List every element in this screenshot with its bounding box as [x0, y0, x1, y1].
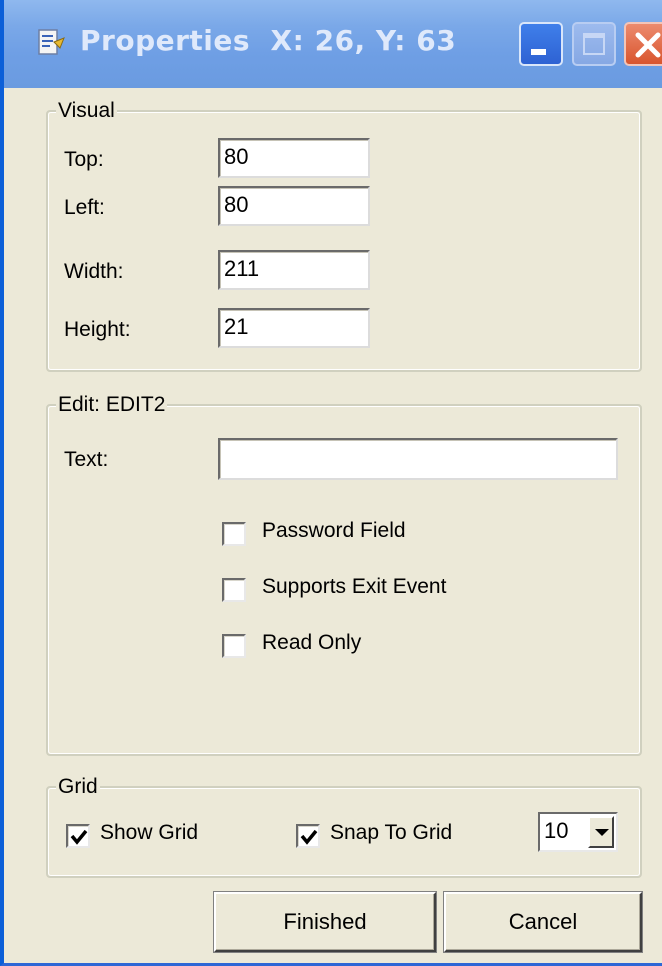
- properties-app-icon: [36, 28, 66, 58]
- height-input[interactable]: 21: [218, 308, 370, 348]
- grid-legend: Grid: [56, 774, 100, 800]
- grid-size-select[interactable]: 10: [538, 812, 618, 852]
- close-icon: [635, 32, 661, 58]
- snap-to-grid-label: Snap To Grid: [330, 821, 453, 844]
- cursor-coordinates: X: 26, Y: 63: [270, 24, 457, 57]
- left-input[interactable]: 80: [218, 186, 370, 226]
- checkmark-icon: [70, 829, 88, 845]
- properties-window: Properties X: 26, Y: 63 Visual Top: 80 L…: [0, 0, 662, 966]
- supports-exit-event-box[interactable]: [222, 578, 246, 602]
- read-only-box[interactable]: [222, 634, 246, 658]
- grid-size-value: 10: [544, 818, 569, 843]
- window-title: Properties X: 26, Y: 63: [80, 24, 456, 57]
- text-label: Text:: [64, 448, 109, 471]
- width-input[interactable]: 211: [218, 250, 370, 290]
- left-label: Left:: [64, 196, 105, 219]
- show-grid-label: Show Grid: [100, 821, 199, 844]
- window-title-text: Properties: [80, 24, 251, 57]
- password-field-label: Password Field: [262, 519, 406, 542]
- text-input[interactable]: [218, 438, 618, 480]
- top-input[interactable]: 80: [218, 138, 370, 178]
- snap-to-grid-box[interactable]: [296, 824, 320, 848]
- cancel-button[interactable]: Cancel: [444, 892, 642, 952]
- width-label: Width:: [64, 260, 124, 283]
- title-bar[interactable]: Properties X: 26, Y: 63: [4, 0, 662, 88]
- visual-legend: Visual: [56, 98, 117, 124]
- read-only-label: Read Only: [262, 631, 362, 654]
- show-grid-box[interactable]: [66, 824, 90, 848]
- supports-exit-event-label: Supports Exit Event: [262, 575, 447, 598]
- height-label: Height:: [64, 318, 131, 341]
- minimize-button[interactable]: [519, 22, 563, 66]
- chevron-down-icon[interactable]: [588, 816, 614, 848]
- top-label: Top:: [64, 148, 104, 171]
- edit-legend: Edit: EDIT2: [56, 392, 168, 418]
- finished-button[interactable]: Finished: [214, 892, 436, 952]
- maximize-button[interactable]: [572, 22, 616, 66]
- close-button[interactable]: [624, 22, 662, 66]
- password-field-box[interactable]: [222, 522, 246, 546]
- checkmark-icon: [300, 829, 318, 845]
